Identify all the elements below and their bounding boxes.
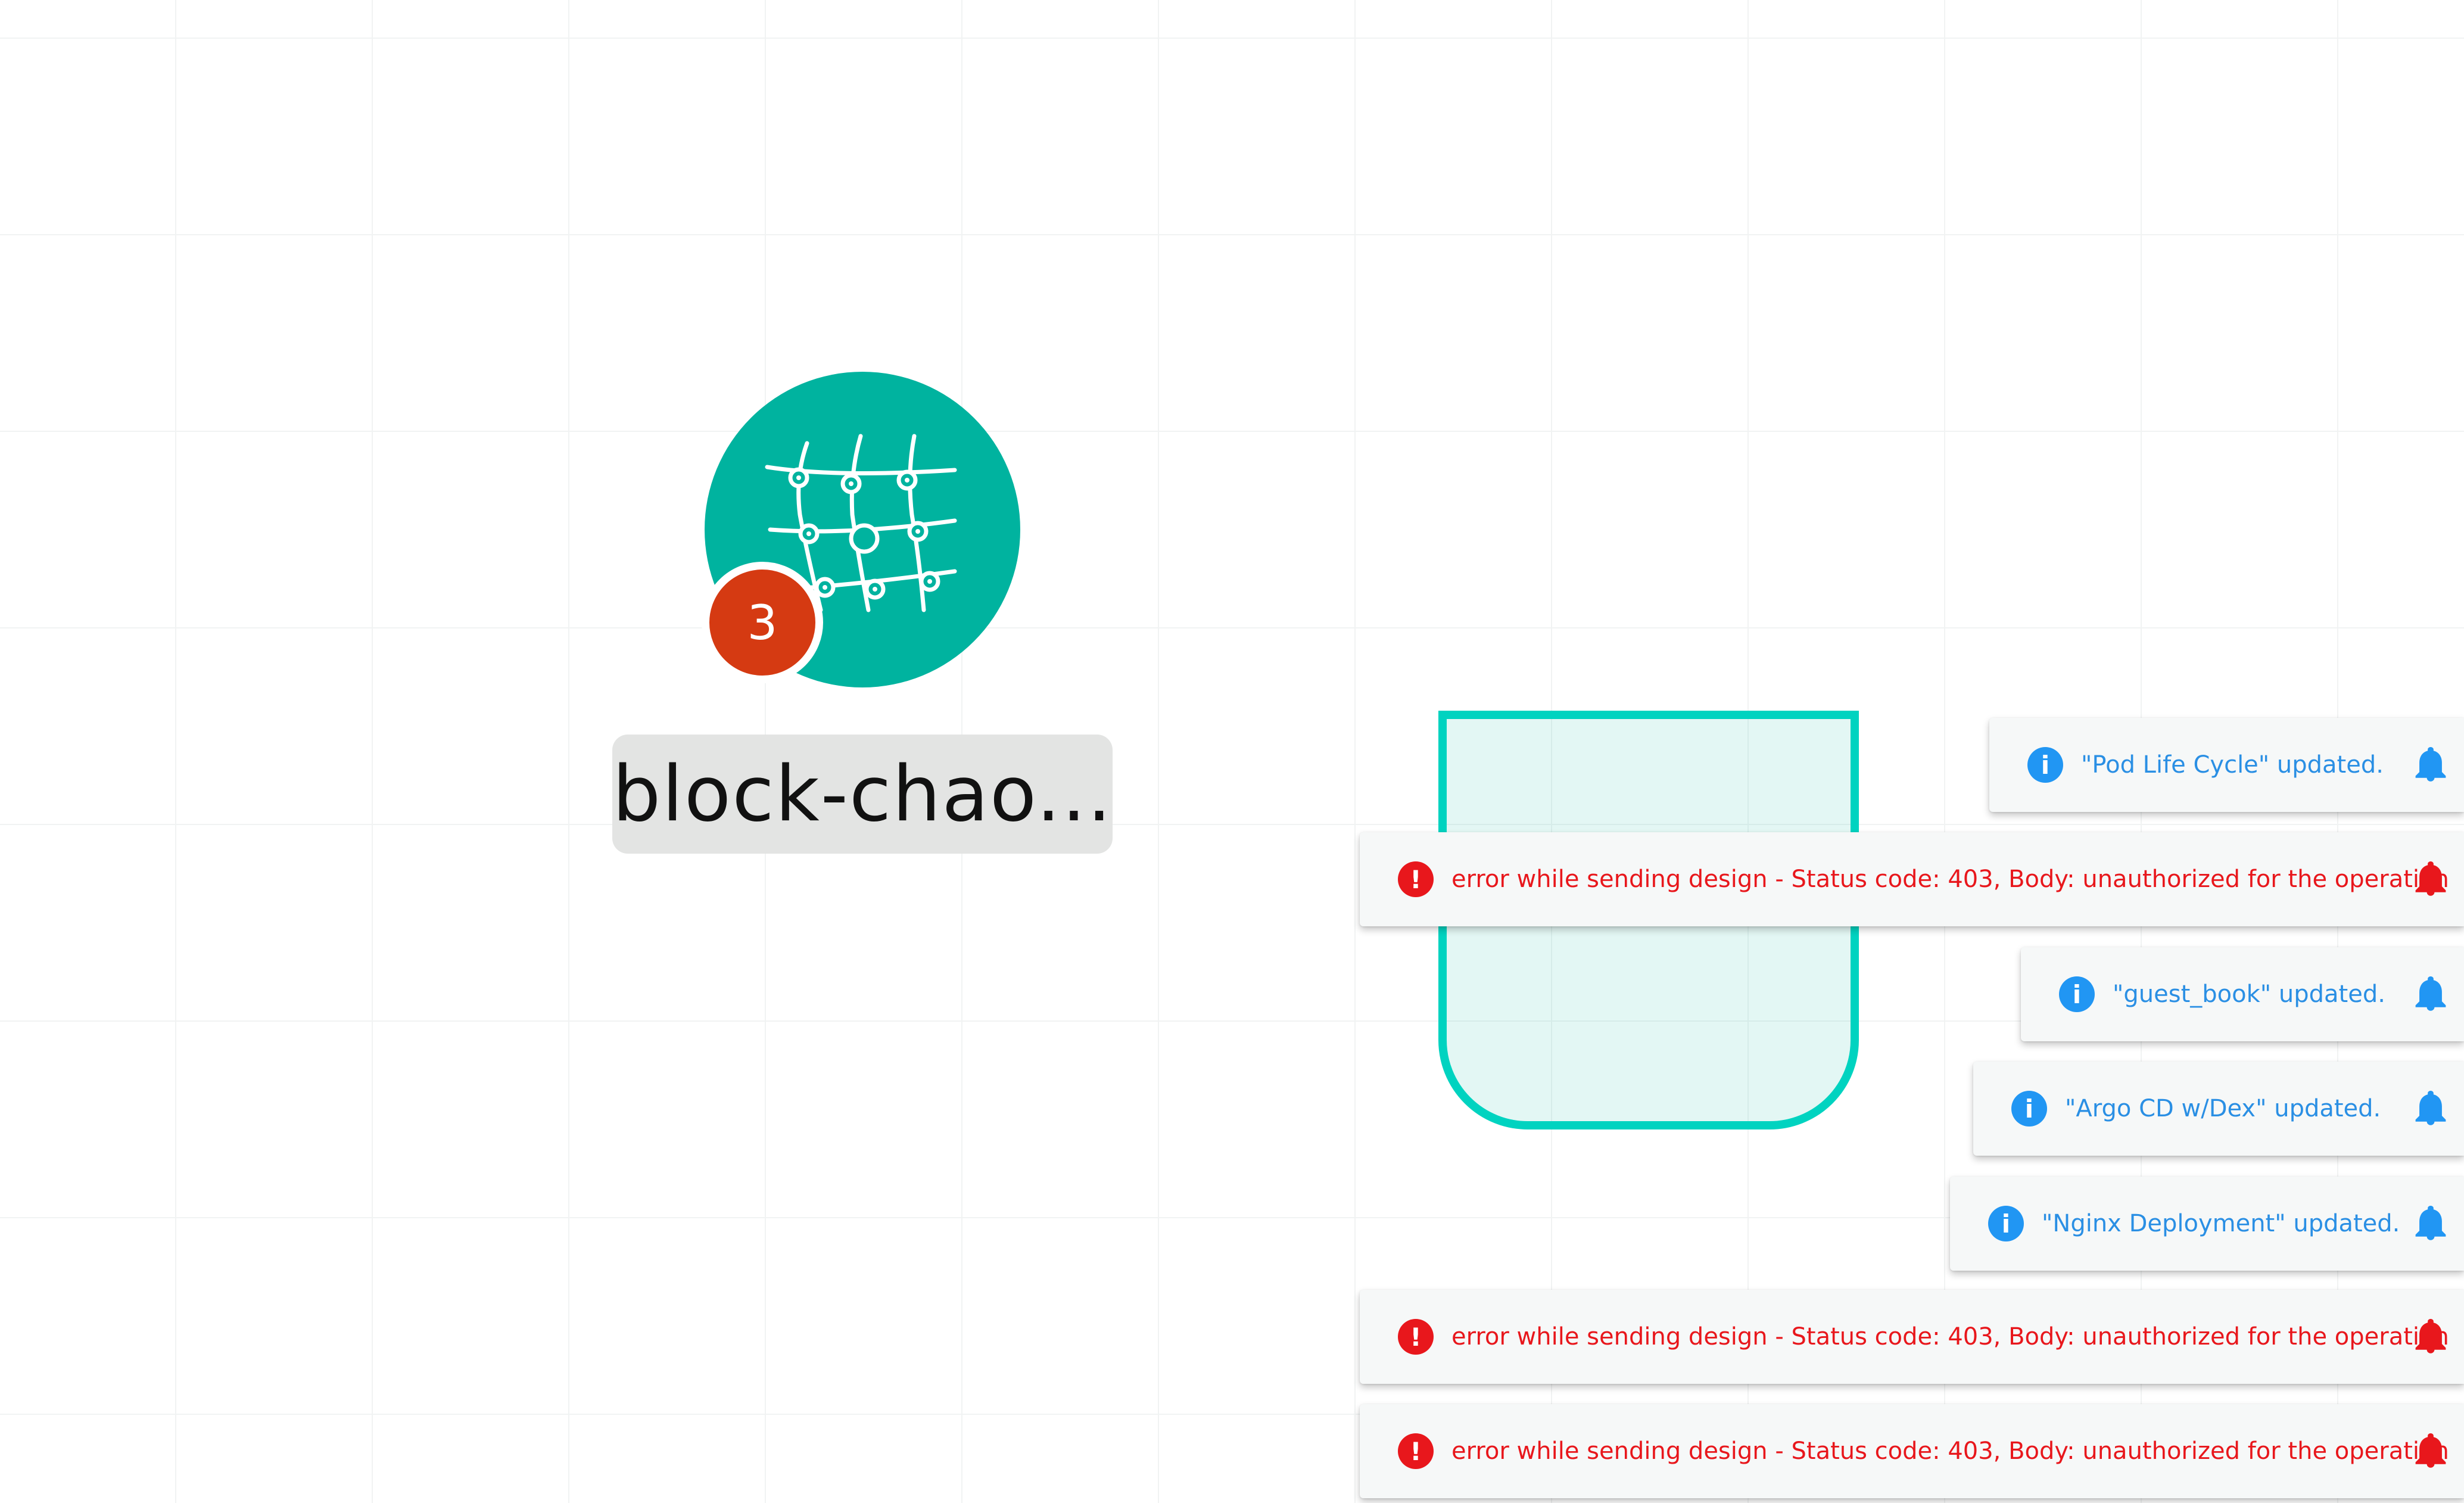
bell-icon[interactable] <box>2414 1433 2447 1469</box>
notification-message: "guest_book" updated. <box>2113 981 2385 1008</box>
node-label[interactable]: block-chao... <box>612 735 1113 854</box>
notification-toast[interactable]: i "Nginx Deployment" updated. <box>1950 1177 2464 1271</box>
notification-message: error while sending design - Status code… <box>1451 866 2449 893</box>
notification-toast[interactable]: i "Argo CD w/Dex" updated. <box>1973 1062 2464 1156</box>
bell-icon[interactable] <box>2414 1319 2447 1355</box>
bell-icon[interactable] <box>2414 861 2447 897</box>
notification-toast[interactable]: ! error while sending design - Status co… <box>1360 832 2464 926</box>
node-count-badge: 3 <box>702 562 823 683</box>
info-icon: i <box>2059 976 2095 1012</box>
info-icon: i <box>1988 1206 2024 1241</box>
notification-message: error while sending design - Status code… <box>1451 1437 2449 1465</box>
error-icon: ! <box>1398 1319 1434 1355</box>
bell-icon[interactable] <box>2414 747 2447 783</box>
bell-icon[interactable] <box>2414 1206 2447 1241</box>
notification-message: error while sending design - Status code… <box>1451 1323 2449 1350</box>
notification-toast[interactable]: ! error while sending design - Status co… <box>1360 1404 2464 1498</box>
error-icon: ! <box>1398 1433 1434 1469</box>
notification-message: "Nginx Deployment" updated. <box>2042 1210 2400 1237</box>
notification-toast[interactable]: ! error while sending design - Status co… <box>1360 1290 2464 1384</box>
notification-message: "Pod Life Cycle" updated. <box>2081 751 2384 779</box>
notification-toast[interactable]: i "guest_book" updated. <box>2021 947 2464 1041</box>
design-canvas[interactable]: 3 block-chao... i "Pod Life Cycle" updat… <box>0 0 2464 1503</box>
info-icon: i <box>2027 747 2063 783</box>
bell-icon[interactable] <box>2414 1091 2447 1127</box>
notification-toast[interactable]: i "Pod Life Cycle" updated. <box>1989 718 2464 812</box>
info-icon: i <box>2011 1091 2047 1127</box>
notification-message: "Argo CD w/Dex" updated. <box>2065 1095 2381 1122</box>
error-icon: ! <box>1398 861 1434 897</box>
bell-icon[interactable] <box>2414 976 2447 1012</box>
